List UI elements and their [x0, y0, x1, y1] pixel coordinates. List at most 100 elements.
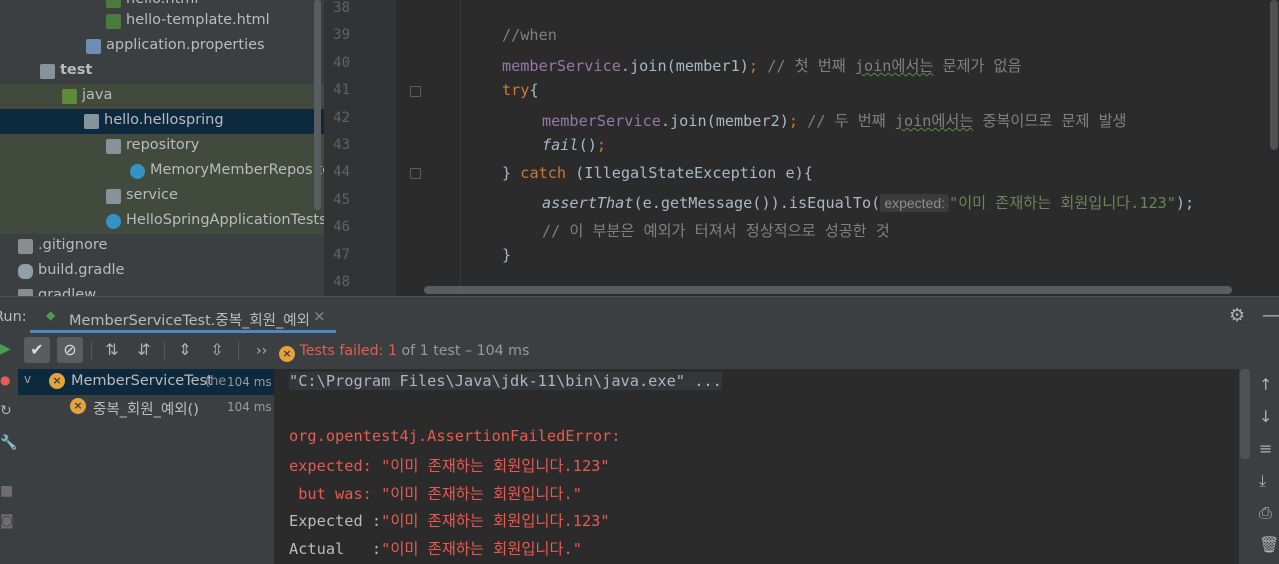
project-tree-label: HelloSpringApplicationTests	[126, 212, 324, 228]
console-expected-line: Expected :"이미 존재하는 회원입니다.123"	[289, 512, 610, 530]
console-output[interactable]: "C:\Program Files\Java\jdk-11\bin\java.e…	[274, 369, 1239, 564]
project-tree-label: test	[60, 62, 93, 78]
test-status: × Tests failed: 1 of 1 test – 104 ms	[279, 343, 529, 362]
console-actions-bar: ↑ ↓ ≡ ⤓ ⎙ 🗑	[1252, 369, 1279, 564]
code-line-39: //when	[502, 26, 557, 44]
class-icon	[106, 214, 121, 229]
code-line-42: memberService.join(member2); // 두 번째 joi…	[542, 112, 1127, 130]
editor-horizontal-scrollbar[interactable]	[424, 286, 1232, 294]
console-scrollbar[interactable]	[1240, 369, 1250, 459]
test-source-folder-icon	[62, 89, 77, 104]
gear-icon[interactable]: ⚙	[1229, 305, 1245, 326]
code-line-40: memberService.join(member1); // 첫 번째 joi…	[502, 57, 1022, 75]
editor-vertical-scrollbar[interactable]	[1270, 0, 1278, 150]
indent-guide	[460, 0, 461, 296]
arrow-up-icon[interactable]: ↑	[1259, 375, 1272, 394]
show-ignored-button[interactable]: ⊘	[57, 337, 83, 363]
expand-all-icon[interactable]: ⇕	[172, 337, 198, 363]
print-icon[interactable]: ⎙	[1259, 503, 1272, 523]
line-number: 45	[333, 191, 350, 208]
project-tree-item[interactable]: ›service	[0, 184, 324, 209]
active-tab-indicator	[30, 330, 336, 333]
scroll-to-end-icon[interactable]: ⤓	[1259, 471, 1266, 491]
project-tree-label: hello.html	[126, 0, 198, 7]
line-number: 48	[333, 274, 350, 290]
sort-alphabetically-icon[interactable]: ⇅	[99, 337, 125, 363]
console-error-line: expected: "이미 존재하는 회원입니다.123"	[289, 457, 610, 475]
stop-icon[interactable]: ■	[0, 483, 13, 499]
test-method-label: 중복_회원_예외()	[93, 402, 199, 418]
show-passed-button[interactable]: ✔	[24, 337, 50, 363]
code-line-41: try{	[502, 81, 539, 99]
project-tree-label: java	[82, 87, 113, 103]
project-tree-item[interactable]: hello-template.html	[0, 9, 324, 34]
code-line-44: } catch (IllegalStateException e){	[502, 164, 813, 182]
more-actions-icon[interactable]: ››	[256, 343, 267, 359]
properties-file-icon	[86, 39, 101, 54]
rerun-icon[interactable]: ▶	[0, 341, 11, 357]
project-tree-item[interactable]: ⌄repository	[0, 134, 324, 159]
code-line-46: // 이 부분은 예외가 터져서 정상적으로 성공한 것	[542, 222, 890, 240]
file-icon	[18, 289, 33, 296]
test-tree-item[interactable]: × 중복_회원_예외() 104 ms	[18, 394, 274, 420]
trash-icon[interactable]: 🗑	[1259, 535, 1279, 554]
fail-icon: ×	[279, 346, 295, 362]
project-tree-label: gradlew	[38, 287, 97, 296]
project-tree-label: repository	[126, 137, 200, 153]
toggle-auto-test-icon[interactable]: ↻	[0, 403, 12, 419]
fail-icon: ×	[49, 373, 65, 389]
project-tree-item[interactable]: MemoryMemberRepositoryTest	[0, 159, 324, 184]
package-icon	[106, 139, 121, 154]
fold-marker-icon[interactable]	[410, 86, 421, 97]
project-tree-item[interactable]: HelloSpringApplicationTests	[0, 209, 324, 234]
package-icon	[106, 189, 121, 204]
collapse-all-icon[interactable]: ⇳	[204, 337, 230, 363]
close-icon[interactable]: ×	[313, 307, 326, 325]
status-summary-text: of 1 test – 104 ms	[396, 343, 530, 359]
project-tree-item[interactable]: ⌄hello.hellospring	[0, 109, 324, 134]
arrow-down-icon[interactable]: ↓	[1259, 407, 1272, 426]
code-line-43: fail();	[542, 136, 607, 154]
project-tree-item[interactable]: gradlew	[0, 284, 324, 296]
console-actual-line: Actual :"이미 존재하는 회원입니다."	[289, 540, 582, 558]
soft-wrap-icon[interactable]: ≡	[1259, 439, 1272, 458]
project-tree-label: build.gradle	[38, 262, 125, 278]
line-number: 38	[333, 0, 350, 16]
project-tree-item[interactable]: application.properties	[0, 34, 324, 59]
project-tree-item[interactable]: ⌄java	[0, 84, 324, 109]
camera-icon[interactable]: ◙	[0, 513, 14, 529]
line-number: 46	[333, 219, 350, 236]
fold-marker-icon[interactable]	[410, 168, 421, 179]
run-tool-window: Run: ◆ MemberServiceTest.중복_회원_예외 × ⚙ — …	[0, 296, 1279, 564]
project-tree-panel: hello.html hello-template.html application…	[0, 0, 324, 296]
project-scrollbar[interactable]	[314, 0, 321, 210]
gitignore-icon	[18, 239, 33, 254]
console-error-line: org.opentest4j.AssertionFailedError:	[289, 427, 621, 445]
sort-by-duration-icon[interactable]: ⇵	[131, 337, 157, 363]
project-tree-item[interactable]: .gitignore	[0, 234, 324, 259]
minimize-icon[interactable]: —	[1262, 305, 1279, 326]
rerun-failed-icon[interactable]: ●	[0, 373, 10, 387]
code-editor[interactable]: 38 39 40 41 42 43 44 45 46 47 48 //when memberServ…	[324, 0, 1279, 296]
line-number: 44	[333, 164, 350, 181]
class-icon	[130, 164, 145, 179]
run-tab[interactable]: ◆ MemberServiceTest.중복_회원_예외 ×	[30, 303, 336, 333]
code-line-45: assertThat(e.getMessage()).isEqualTo(exp…	[542, 194, 1195, 212]
test-class-package: (he	[205, 374, 227, 389]
folder-icon	[40, 64, 55, 79]
line-number: 41	[333, 82, 350, 99]
project-tree-item[interactable]: build.gradle	[0, 259, 324, 284]
project-tree-item[interactable]: ⌄test	[0, 59, 324, 84]
run-config-icon: ◆	[46, 308, 56, 322]
gradle-icon	[18, 264, 33, 279]
wrench-icon[interactable]: 🔧	[0, 435, 17, 451]
project-tree-label: hello.hellospring	[104, 112, 224, 128]
console-error-line: but was: "이미 존재하는 회원입니다."	[289, 485, 582, 503]
chevron-down-icon[interactable]: v	[24, 372, 31, 386]
html-file-icon	[106, 0, 121, 8]
toolbar-separator	[164, 341, 165, 361]
line-number: 42	[333, 109, 350, 126]
package-icon	[84, 114, 99, 129]
test-tree-root[interactable]: v × MemberServiceTest (he 104 ms	[18, 369, 274, 395]
project-tree-label: application.properties	[106, 37, 265, 53]
